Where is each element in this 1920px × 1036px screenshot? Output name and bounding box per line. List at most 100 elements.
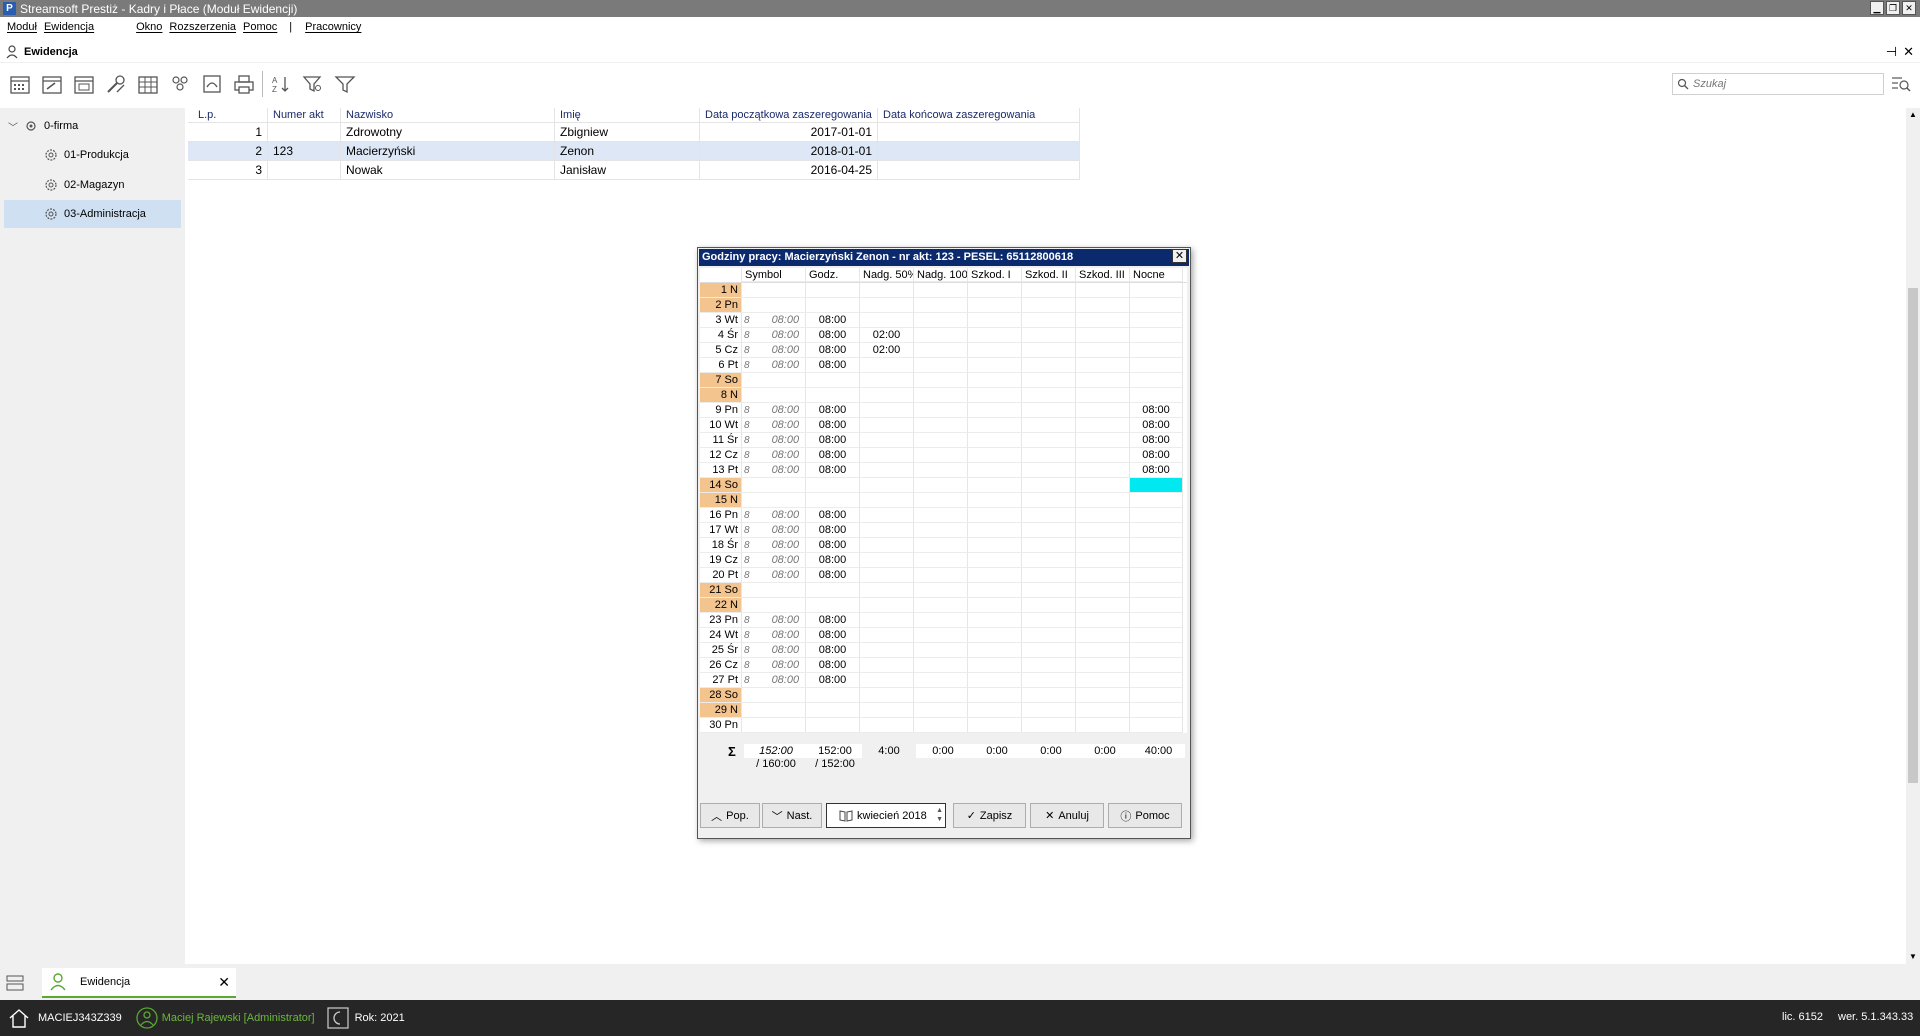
cell-szkod3[interactable]	[1076, 643, 1130, 658]
cell-symbol[interactable]	[742, 583, 806, 598]
cell-nadg50[interactable]	[860, 598, 914, 613]
day-row[interactable]: 21 So	[700, 583, 1187, 598]
cell-godz[interactable]: 08:00	[806, 568, 860, 583]
cell-nadg100[interactable]	[914, 328, 968, 343]
cell-nadg100[interactable]	[914, 568, 968, 583]
cell-nadg50[interactable]	[860, 418, 914, 433]
cell-szkod3[interactable]	[1076, 703, 1130, 718]
calendar-edit-icon[interactable]	[38, 70, 66, 98]
cell-nocne[interactable]	[1130, 568, 1183, 583]
cell-szkod2[interactable]	[1022, 538, 1076, 553]
menu-okno[interactable]: Okno	[136, 21, 162, 33]
cell-symbol[interactable]: 8 08:00	[742, 613, 806, 628]
cell-nocne[interactable]: 08:00	[1130, 433, 1183, 448]
cell-szkod1[interactable]	[968, 613, 1022, 628]
cell-szkod2[interactable]	[1022, 583, 1076, 598]
cell-godz[interactable]	[806, 703, 860, 718]
cell-nadg50[interactable]	[860, 658, 914, 673]
cell-nadg50[interactable]	[860, 703, 914, 718]
cell-symbol[interactable]: 8 08:00	[742, 673, 806, 688]
cell-nadg50[interactable]	[860, 688, 914, 703]
cell-szkod3[interactable]	[1076, 658, 1130, 673]
cell-szkod1[interactable]	[968, 643, 1022, 658]
cell-godz[interactable]: 08:00	[806, 343, 860, 358]
cell-godz[interactable]: 08:00	[806, 643, 860, 658]
previous-button[interactable]: ︿ Pop.	[700, 803, 760, 828]
cell-nadg50[interactable]	[860, 538, 914, 553]
cell-szkod2[interactable]	[1022, 388, 1076, 403]
cell-szkod2[interactable]	[1022, 298, 1076, 313]
cell-symbol[interactable]: 8 08:00	[742, 508, 806, 523]
group-icon[interactable]	[166, 70, 194, 98]
cell-szkod1[interactable]	[968, 463, 1022, 478]
cell-szkod1[interactable]	[968, 508, 1022, 523]
cell-szkod1[interactable]	[968, 433, 1022, 448]
cell-szkod3[interactable]	[1076, 433, 1130, 448]
cell-symbol[interactable]	[742, 478, 806, 493]
cell-symbol[interactable]: 8 08:00	[742, 448, 806, 463]
cell-szkod2[interactable]	[1022, 343, 1076, 358]
menu-ewidencja[interactable]: Ewidencja	[44, 21, 94, 33]
cell-symbol[interactable]: 8 08:00	[742, 463, 806, 478]
cell-nadg100[interactable]	[914, 658, 968, 673]
cell-godz[interactable]: 08:00	[806, 358, 860, 373]
cell-nadg50[interactable]	[860, 448, 914, 463]
close-icon[interactable]: ✕	[1172, 249, 1187, 263]
cell-szkod2[interactable]	[1022, 568, 1076, 583]
cell-nocne[interactable]	[1130, 538, 1183, 553]
cell-nadg100[interactable]	[914, 298, 968, 313]
cell-symbol[interactable]: 8 08:00	[742, 433, 806, 448]
tools-icon[interactable]	[102, 70, 130, 98]
cell-szkod3[interactable]	[1076, 538, 1130, 553]
cell-nadg100[interactable]	[914, 478, 968, 493]
cell-symbol[interactable]: 8 08:00	[742, 328, 806, 343]
cell-szkod1[interactable]	[968, 403, 1022, 418]
day-row[interactable]: 9 Pn 8 08:00 08:00 08:00	[700, 403, 1187, 418]
cell-nocne[interactable]	[1130, 718, 1183, 733]
cell-szkod2[interactable]	[1022, 613, 1076, 628]
cell-szkod2[interactable]	[1022, 598, 1076, 613]
cell-symbol[interactable]: 8 08:00	[742, 403, 806, 418]
cell-nadg100[interactable]	[914, 718, 968, 733]
year-icon[interactable]	[326, 1007, 349, 1029]
cell-nadg100[interactable]	[914, 418, 968, 433]
pin-icon[interactable]: ⊣	[1886, 44, 1897, 60]
cell-nadg100[interactable]	[914, 628, 968, 643]
cell-nocne[interactable]	[1130, 313, 1183, 328]
close-window-icon[interactable]: ✕	[1902, 1, 1916, 15]
cell-nadg100[interactable]	[914, 583, 968, 598]
cell-szkod1[interactable]	[968, 313, 1022, 328]
day-row[interactable]: 16 Pn 8 08:00 08:00	[700, 508, 1187, 523]
cell-szkod3[interactable]	[1076, 613, 1130, 628]
cell-godz[interactable]	[806, 718, 860, 733]
cell-godz[interactable]: 08:00	[806, 508, 860, 523]
day-row[interactable]: 26 Cz 8 08:00 08:00	[700, 658, 1187, 673]
cell-szkod3[interactable]	[1076, 283, 1130, 298]
cell-nadg50[interactable]	[860, 283, 914, 298]
cell-nadg50[interactable]	[860, 388, 914, 403]
cell-godz[interactable]	[806, 298, 860, 313]
day-row[interactable]: 6 Pt 8 08:00 08:00	[700, 358, 1187, 373]
user-icon[interactable]	[136, 1007, 158, 1029]
cell-nadg50[interactable]	[860, 313, 914, 328]
scroll-up-icon[interactable]: ▲	[1906, 108, 1920, 122]
day-row[interactable]: 29 N	[700, 703, 1187, 718]
day-row[interactable]: 15 N	[700, 493, 1187, 508]
cell-szkod3[interactable]	[1076, 343, 1130, 358]
cell-nocne[interactable]	[1130, 688, 1183, 703]
cell-nocne[interactable]	[1130, 628, 1183, 643]
search-field[interactable]	[1672, 73, 1884, 95]
cell-symbol[interactable]	[742, 703, 806, 718]
cell-szkod2[interactable]	[1022, 658, 1076, 673]
cell-szkod1[interactable]	[968, 493, 1022, 508]
cell-symbol[interactable]	[742, 388, 806, 403]
layout-icon[interactable]	[6, 975, 24, 991]
cell-nadg100[interactable]	[914, 463, 968, 478]
cell-nadg100[interactable]	[914, 403, 968, 418]
cell-szkod2[interactable]	[1022, 508, 1076, 523]
cell-szkod1[interactable]	[968, 478, 1022, 493]
cell-szkod1[interactable]	[968, 523, 1022, 538]
cell-szkod1[interactable]	[968, 688, 1022, 703]
cell-godz[interactable]	[806, 688, 860, 703]
cell-szkod2[interactable]	[1022, 328, 1076, 343]
